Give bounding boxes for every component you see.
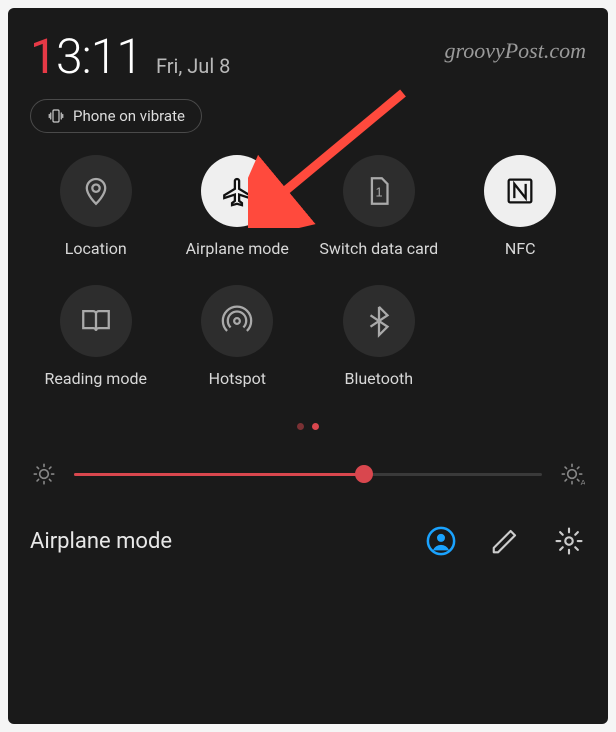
tile-nfc-button[interactable] [484, 155, 556, 227]
tile-bluetooth-button[interactable] [343, 285, 415, 357]
page-dot-active [312, 423, 319, 430]
tile-nfc: NFC [455, 155, 587, 259]
hotspot-icon [220, 304, 254, 338]
date-label: Fri, Jul 8 [156, 54, 230, 78]
pencil-icon [490, 526, 520, 556]
quick-settings-panel: 1 3:11 Fri, Jul 8 groovyPost.com Phone o… [8, 8, 608, 724]
sim-card-icon: 1 [362, 174, 396, 208]
watermark: groovyPost.com [444, 38, 586, 64]
tile-label: Airplane mode [186, 239, 289, 259]
nfc-icon [503, 174, 537, 208]
clock-rest: 3:11 [56, 28, 142, 85]
tile-switch-data-button[interactable]: 1 [343, 155, 415, 227]
tile-label: Reading mode [45, 369, 147, 389]
tile-label: Bluetooth [344, 369, 413, 389]
clock: 1 3:11 [30, 28, 142, 85]
svg-text:A: A [581, 478, 585, 487]
tile-hotspot-button[interactable] [201, 285, 273, 357]
tile-airplane: Airplane mode [172, 155, 304, 259]
gear-icon [554, 526, 584, 556]
tile-reading-button[interactable] [60, 285, 132, 357]
tile-location: Location [30, 155, 162, 259]
tile-location-button[interactable] [60, 155, 132, 227]
tile-label: NFC [505, 239, 536, 259]
vibrate-icon [47, 107, 65, 125]
book-icon [79, 304, 113, 338]
footer-row: Airplane mode [30, 524, 586, 558]
tile-reading: Reading mode [30, 285, 162, 389]
tile-hotspot: Hotspot [172, 285, 304, 389]
svg-text:1: 1 [375, 185, 382, 200]
tile-label: Switch data card [319, 239, 438, 259]
tile-label: Location [65, 239, 127, 259]
user-button[interactable] [424, 524, 458, 558]
edit-button[interactable] [488, 524, 522, 558]
page-dot [297, 423, 304, 430]
brightness-auto-icon[interactable]: A [558, 460, 586, 488]
brightness-row: A [30, 460, 586, 488]
vibrate-chip-label: Phone on vibrate [73, 107, 185, 125]
bluetooth-icon [362, 304, 396, 338]
tile-label: Hotspot [209, 369, 266, 389]
location-pin-icon [79, 174, 113, 208]
footer-title: Airplane mode [30, 529, 398, 554]
tile-switch-data: 1 Switch data card [313, 155, 445, 259]
footer-actions [424, 524, 586, 558]
page-indicator [30, 423, 586, 430]
clock-hour-leading: 1 [30, 28, 56, 85]
settings-button[interactable] [552, 524, 586, 558]
tile-airplane-button[interactable] [201, 155, 273, 227]
brightness-low-icon [30, 460, 58, 488]
tile-bluetooth: Bluetooth [313, 285, 445, 389]
airplane-icon [220, 174, 254, 208]
tiles-grid: Location Airplane mode 1 Switch data car… [30, 155, 586, 389]
vibrate-chip[interactable]: Phone on vibrate [30, 99, 202, 133]
brightness-slider[interactable] [74, 464, 542, 484]
